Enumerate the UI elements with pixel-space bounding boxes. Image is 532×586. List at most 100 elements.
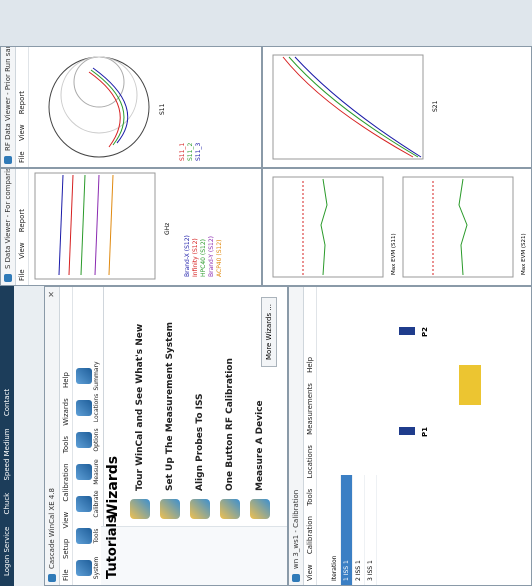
viewer2-titlebar: RF Data Viewer - Prior Run sample: [1, 46, 16, 167]
v2-legend-1: S11_1: [179, 143, 186, 161]
options-icon: [76, 432, 92, 448]
rep-frame-2: [402, 176, 514, 278]
s21-plot-window: S21: [262, 46, 532, 168]
menu-wizards[interactable]: Wizards: [62, 398, 70, 426]
speed-label[interactable]: Speed Medium: [3, 428, 11, 480]
menu-file[interactable]: File: [62, 569, 70, 581]
iteration-row-3[interactable]: 3 ISS 1: [365, 475, 377, 585]
cal-menubar: View Calibration Tools Locations Measure…: [304, 287, 317, 585]
locations-icon: [76, 400, 92, 416]
s21-plot: S21: [272, 54, 439, 160]
viewer1-menubar: File View Report: [16, 169, 29, 285]
repeatability-panel: Max EVM (S11) Max EVM (S21): [262, 168, 532, 286]
cal-menu-locations[interactable]: Locations: [306, 445, 314, 478]
wincal-titlebar: Cascade WinCal XE 4.8 ✕: [45, 287, 60, 585]
menu-view[interactable]: View: [62, 512, 70, 529]
data-viewer-window: S Data Viewer - For comparison and gain …: [0, 168, 262, 286]
legend-hpc40: HPC40 (S12): [200, 239, 207, 277]
v2-menu-view[interactable]: View: [18, 124, 26, 141]
options-button[interactable]: Options: [76, 427, 100, 453]
iteration-row-1[interactable]: 1 ISS 1: [341, 475, 353, 585]
v2-legend-3: S11_3: [195, 143, 202, 161]
measure-label: Measure: [93, 459, 100, 485]
viewer1-title: S Data Viewer - For comparison and gain …: [4, 168, 12, 269]
legend-brand-y: Brand-Y (S12): [208, 236, 215, 277]
v1-menu-view[interactable]: View: [18, 242, 26, 259]
repeatability-plot: Max EVM (S11) Max EVM (S21): [272, 176, 527, 278]
viewer-icon: [4, 274, 12, 282]
cal-titlebar: wn 3_ws1 - Calibration: [289, 287, 304, 585]
cal-app-icon: [292, 574, 300, 582]
locations-button[interactable]: Locations: [76, 393, 100, 423]
cal-menu-tools[interactable]: Tools: [306, 489, 314, 506]
window-title: Cascade WinCal XE 4.8: [48, 487, 56, 569]
v1-menu-file[interactable]: File: [18, 269, 26, 281]
locations-label: Locations: [93, 393, 100, 423]
wincal-window: Cascade WinCal XE 4.8 ✕ File Setup View …: [44, 286, 288, 586]
wizard-tour[interactable]: Tour WinCal and See What's New: [125, 287, 155, 527]
rep-legend-2: Max EVM (S21): [521, 233, 527, 275]
side-strip: [0, 0, 532, 46]
setup-icon: [160, 499, 180, 519]
system-icon: [76, 560, 92, 576]
s11-label: S11: [159, 103, 166, 115]
tools-button[interactable]: Tools: [76, 523, 100, 549]
measure-icon: [76, 464, 92, 480]
logon-service-label[interactable]: Logon Service: [3, 527, 11, 576]
viewer2-menubar: File View Report: [16, 47, 29, 167]
wizard-setup[interactable]: Set Up The Measurement System: [155, 287, 185, 527]
calibrate-label: Calibrate: [93, 490, 100, 518]
menu-calibration[interactable]: Calibration: [62, 463, 70, 501]
viewer1-titlebar: S Data Viewer - For comparison and gain …: [1, 168, 16, 285]
probe-p1: [399, 427, 415, 435]
wizards-panel: Wizards Tour WinCal and See What's New S…: [101, 287, 287, 527]
summary-label: Summary: [93, 361, 100, 391]
v2-menu-file[interactable]: File: [18, 151, 26, 163]
system-label: System: [93, 556, 100, 580]
calibrate-icon: [76, 496, 92, 512]
calibration-icon: [220, 499, 240, 519]
close-icon[interactable]: ✕: [45, 291, 59, 298]
chuck-label[interactable]: Chuck: [3, 493, 11, 515]
p1-label: P1: [421, 426, 429, 437]
tools-icon: [76, 528, 92, 544]
viewer2-title: RF Data Viewer - Prior Run sample: [4, 46, 12, 151]
legend-acp40: ACP40 (S12): [216, 240, 223, 277]
summary-icon: [76, 368, 92, 384]
probe-view: P1 P2: [329, 287, 531, 475]
wizard-measure-label: Measure A Device: [255, 400, 265, 491]
wizards-heading: Wizards: [105, 455, 121, 519]
contact-label[interactable]: Contact: [3, 389, 11, 416]
wizard-calibration[interactable]: One Button RF Calibration: [215, 287, 245, 527]
screen: Logon Service Chuck Speed Medium Contact…: [0, 0, 532, 586]
options-label: Options: [93, 428, 100, 452]
measure-button[interactable]: Measure: [76, 459, 100, 485]
viewer2-icon: [4, 156, 12, 164]
menu-setup[interactable]: Setup: [62, 539, 70, 559]
calibrate-button[interactable]: Calibrate: [76, 490, 100, 518]
measure-device-icon: [250, 499, 270, 519]
wizard-tour-label: Tour WinCal and See What's New: [135, 323, 145, 491]
system-button[interactable]: System: [76, 555, 100, 581]
smith-chart: S11 S11_1 S11_2 S11_3: [48, 56, 202, 161]
iteration-row-2[interactable]: 2 ISS 1: [353, 475, 365, 585]
rf-data-viewer-window: RF Data Viewer - Prior Run sample File V…: [0, 46, 262, 168]
cal-menu-measurements[interactable]: Measurements: [306, 383, 314, 435]
probe-p2: [399, 327, 415, 335]
v1-menu-report[interactable]: Report: [18, 209, 26, 232]
summary-button[interactable]: Summary: [76, 361, 100, 391]
wizard-calibration-label: One Button RF Calibration: [225, 358, 235, 491]
menu-tools[interactable]: Tools: [62, 436, 70, 453]
cal-menu-calibration[interactable]: Calibration: [306, 516, 314, 554]
app-icon: [48, 574, 56, 582]
main-toolbar: System Tools Calibrate Measure Options L…: [73, 287, 104, 585]
cal-menu-view[interactable]: View: [306, 564, 314, 581]
more-wizards-button[interactable]: More Wizards ...: [261, 297, 277, 367]
wizard-align[interactable]: Align Probes To ISS: [185, 287, 215, 527]
menu-help[interactable]: Help: [62, 372, 70, 388]
cal-menu-help[interactable]: Help: [306, 357, 314, 373]
v2-menu-report[interactable]: Report: [18, 91, 26, 114]
calibration-window: wn 3_ws1 - Calibration View Calibration …: [288, 286, 532, 586]
tools-label: Tools: [93, 528, 100, 544]
menubar: File Setup View Calibration Tools Wizard…: [60, 287, 73, 585]
